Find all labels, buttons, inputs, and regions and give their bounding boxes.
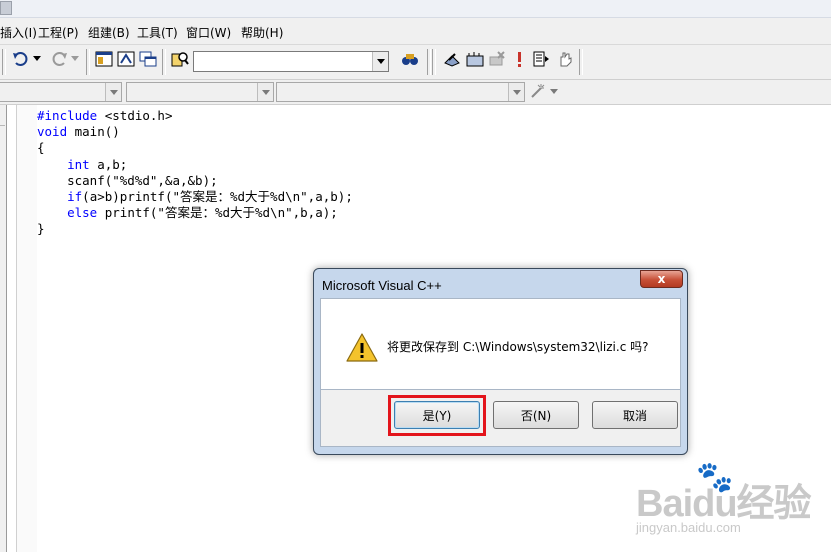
no-button-label: 否(N): [520, 408, 552, 423]
menu-build[interactable]: 组建(B): [88, 24, 130, 41]
code-line[interactable]: #include <stdio.h>: [37, 108, 353, 124]
code-text: {: [37, 140, 45, 156]
menu-tools[interactable]: 工具(T): [137, 24, 178, 41]
toolbar-separator: [427, 49, 431, 75]
menu-bar: 插入(I) 工程(P) 组建(B) 工具(T) 窗口(W) 帮助(H): [0, 18, 831, 45]
toolbar-separator: [432, 49, 436, 75]
toolbar-separator: [2, 49, 6, 75]
code-text: main(): [67, 124, 120, 140]
toolbar-separator: [579, 49, 583, 75]
chevron-down-icon[interactable]: [508, 83, 524, 101]
dialog-button-row: 是(Y) 否(N) 取消: [320, 390, 681, 447]
standard-toolbar: [0, 45, 831, 80]
wizard-action-icon[interactable]: [528, 81, 548, 101]
window-list-icon[interactable]: [138, 49, 158, 69]
yes-button-label: 是(Y): [422, 408, 452, 423]
code-keyword: else: [67, 205, 98, 221]
code-keyword: if: [67, 188, 83, 204]
dialog-body: 将更改保存到 C:\Windows\system32\lizi.c 吗?: [320, 298, 681, 390]
stop-build-icon: [487, 49, 507, 69]
wizard-bar: [0, 80, 831, 105]
code-text: printf("答案是：%d大于%d\n",b,a);: [97, 205, 338, 221]
class-combo[interactable]: [0, 82, 122, 102]
chevron-down-icon[interactable]: [372, 52, 388, 71]
code-text: a,b;: [89, 156, 128, 172]
watermark-url: jingyan.baidu.com: [636, 520, 741, 535]
build-icon[interactable]: [465, 49, 485, 69]
code-keyword: #include: [37, 108, 98, 123]
code-line[interactable]: int a,b;: [37, 157, 353, 173]
breakpoint-hand-icon[interactable]: [555, 49, 575, 69]
go-icon[interactable]: [531, 49, 551, 69]
code-keyword: int: [67, 156, 90, 172]
close-button[interactable]: x: [640, 270, 683, 288]
menu-help[interactable]: 帮助(H): [241, 24, 283, 41]
app-icon: [0, 1, 12, 15]
compile-icon[interactable]: [442, 49, 462, 69]
menu-window[interactable]: 窗口(W): [186, 24, 231, 41]
toolbar-separator: [162, 49, 166, 75]
code-line[interactable]: void main(): [37, 124, 353, 140]
code-line[interactable]: if(a>b)printf("答案是：%d大于%d\n",a,b);: [37, 189, 353, 205]
output-icon[interactable]: [116, 49, 136, 69]
code-line[interactable]: }: [37, 221, 353, 237]
dialog-message: 将更改保存到 C:\Windows\system32\lizi.c 吗?: [387, 340, 649, 354]
find-in-files-icon[interactable]: [170, 49, 190, 69]
filter-combo[interactable]: [126, 82, 274, 102]
toolbar-separator: [86, 49, 90, 75]
wizard-dropdown-icon[interactable]: [548, 81, 560, 101]
find-icon[interactable]: [400, 49, 420, 69]
code-text: }: [37, 221, 45, 237]
cancel-button[interactable]: 取消: [592, 401, 678, 429]
code-keyword: void: [37, 124, 68, 140]
yes-button[interactable]: 是(Y): [394, 401, 480, 429]
selection-margin: [16, 105, 37, 552]
chevron-down-icon[interactable]: [105, 83, 121, 101]
window-title-strip: [0, 0, 831, 18]
code-text: <stdio.h>: [97, 108, 173, 123]
workspace-icon[interactable]: [94, 49, 114, 69]
workspace-pane-edge: [0, 105, 7, 552]
members-combo[interactable]: [276, 82, 525, 102]
no-button[interactable]: 否(N): [493, 401, 579, 429]
code-text: scanf("%d%d",&a,&b);: [37, 172, 218, 188]
undo-icon[interactable]: [11, 49, 31, 69]
find-combo[interactable]: [193, 51, 389, 72]
close-icon: x: [657, 272, 666, 286]
warning-icon: [346, 333, 378, 362]
code-line[interactable]: {: [37, 140, 353, 156]
code-line[interactable]: else printf("答案是：%d大于%d\n",b,a);: [37, 205, 353, 221]
redo-icon[interactable]: [49, 49, 69, 69]
watermark-brand: Baidu经验: [636, 483, 812, 525]
code-text: (a>b)printf("答案是：%d大于%d\n",a,b);: [82, 188, 353, 204]
chevron-down-icon[interactable]: [257, 83, 273, 101]
dialog-title: Microsoft Visual C++: [322, 278, 442, 293]
execute-icon[interactable]: [509, 49, 529, 69]
redo-dropdown-icon[interactable]: [69, 49, 81, 69]
source-code[interactable]: #include <stdio.h> void main(){ int a,b; …: [37, 108, 353, 238]
baidu-watermark: 🐾 Baidu经验 jingyan.baidu.com: [630, 460, 830, 550]
cancel-button-label: 取消: [622, 408, 647, 423]
save-changes-dialog: Microsoft Visual C++ x 将更改保存到 C:\Windows…: [313, 268, 688, 455]
undo-dropdown-icon[interactable]: [31, 49, 43, 69]
code-line[interactable]: scanf("%d%d",&a,&b);: [37, 173, 353, 189]
menu-insert[interactable]: 插入(I): [0, 24, 37, 41]
menu-project[interactable]: 工程(P): [38, 24, 79, 41]
